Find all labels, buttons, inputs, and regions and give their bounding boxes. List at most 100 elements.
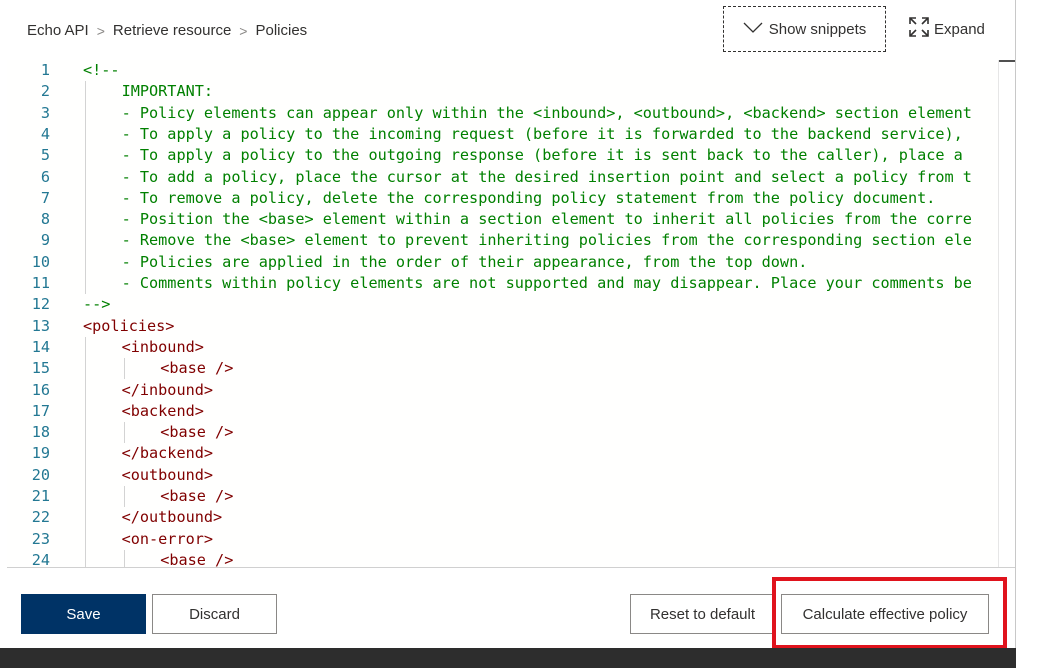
top-bar: Echo API > Retrieve resource > Policies …	[0, 0, 1016, 60]
code-editor[interactable]: 1 <!-- 2 IMPORTANT: 3 - Policy elements can a…	[7, 60, 1015, 568]
code-line: 20 <outbound>	[7, 465, 1015, 486]
breadcrumb-item-current: Policies	[255, 22, 308, 39]
code-line: 15 <base />	[7, 358, 1015, 379]
line-number: 17	[31, 401, 50, 420]
line-number: 4	[40, 124, 50, 143]
action-footer: Save Discard Reset to default Calculate …	[0, 568, 1016, 648]
bottom-strip	[0, 648, 1016, 668]
code-text: <backend>	[121, 401, 204, 420]
line-number: 13	[31, 316, 50, 335]
code-text: </outbound>	[121, 508, 223, 527]
line-number: 19	[31, 444, 50, 463]
code-text: <!--	[83, 61, 120, 79]
line-number: 1	[40, 61, 50, 79]
code-line: 22 </outbound>	[7, 507, 1015, 528]
line-number: 9	[40, 231, 50, 250]
expand-icon	[908, 16, 934, 42]
code-line: 12 -->	[7, 294, 1015, 315]
code-line: 9 - Remove the <base> element to prevent …	[7, 230, 1015, 251]
policy-editor-panel: Echo API > Retrieve resource > Policies …	[0, 0, 1016, 648]
indent-guide	[123, 486, 125, 508]
breadcrumb-item-operation[interactable]: Retrieve resource	[113, 22, 231, 39]
code-line: 7 - To remove a policy, delete the corres…	[7, 188, 1015, 209]
line-number: 15	[31, 359, 50, 378]
tag-close: />	[205, 423, 234, 442]
code-line: 5 - To apply a policy to the outgoing res…	[7, 145, 1015, 166]
code-text: </inbound>	[121, 380, 214, 399]
code-line: 1 <!--	[7, 60, 1015, 81]
code-text: - Comments within policy elements are no…	[121, 274, 972, 292]
line-number: 5	[40, 146, 50, 165]
reset-to-default-button[interactable]: Reset to default	[630, 594, 775, 634]
code-text: - To apply a policy to the outgoing resp…	[121, 146, 963, 165]
tag-close: />	[205, 359, 234, 378]
code-text: - Policies are applied in the order of t…	[121, 252, 808, 271]
line-number: 7	[40, 188, 50, 207]
line-number: 6	[40, 167, 50, 186]
line-number: 10	[31, 252, 50, 271]
code-line: 4 - To apply a policy to the incoming req…	[7, 124, 1015, 145]
indent-guide	[85, 81, 86, 295]
code-text: <outbound>	[121, 465, 214, 484]
code-line: 6 - To add a policy, place the cursor at …	[7, 167, 1015, 188]
tag-name: <base	[160, 487, 206, 505]
show-snippets-button[interactable]: Show snippets	[723, 6, 886, 52]
tag-name: <base	[160, 423, 206, 442]
code-line: 16 </inbound>	[7, 380, 1015, 401]
expand-button[interactable]: Expand	[908, 16, 985, 42]
code-line: 11 - Comments within policy elements are …	[7, 273, 1015, 294]
code-text: IMPORTANT:	[121, 82, 214, 101]
line-number: 20	[31, 465, 50, 484]
bottom-strip-edge	[1016, 648, 1051, 668]
calculate-effective-policy-button[interactable]: Calculate effective policy	[781, 594, 989, 634]
code-text: <base />	[160, 486, 1015, 507]
chevron-down-icon	[743, 21, 769, 38]
code-line: 2 IMPORTANT:	[7, 81, 1015, 102]
breadcrumb: Echo API > Retrieve resource > Policies	[27, 22, 307, 39]
indent-guide	[123, 422, 125, 444]
line-number: 14	[31, 337, 50, 356]
code-line: 17 <backend>	[7, 401, 1015, 422]
line-number: 2	[40, 82, 50, 101]
breadcrumb-separator: >	[239, 22, 248, 39]
tag-name: <base	[160, 550, 206, 568]
code-line: 10 - Policies are applied in the order of…	[7, 252, 1015, 273]
code-text: </backend>	[121, 444, 214, 463]
code-text: -->	[83, 295, 111, 314]
line-number: 21	[31, 487, 50, 505]
indent-guide	[85, 336, 86, 567]
line-number: 24	[31, 550, 50, 568]
line-number: 16	[31, 380, 50, 399]
line-number: 11	[31, 274, 50, 292]
line-number: 8	[40, 210, 50, 229]
code-text: <on-error>	[121, 529, 214, 548]
code-text: - Remove the <base> element to prevent i…	[121, 231, 972, 250]
line-number: 22	[31, 508, 50, 527]
code-line: 3 - Policy elements can appear only withi…	[7, 103, 1015, 124]
tag-name: <base	[160, 359, 206, 378]
code-text: - Policy elements can appear only within…	[121, 103, 972, 122]
code-line: 18 <base />	[7, 422, 1015, 443]
code-text: <base />	[160, 358, 1015, 379]
line-number: 18	[31, 423, 50, 442]
discard-button[interactable]: Discard	[152, 594, 277, 634]
save-button[interactable]: Save	[21, 594, 146, 634]
code-line: 21 <base />	[7, 486, 1015, 507]
code-text: - To apply a policy to the incoming requ…	[121, 124, 963, 143]
code-text: <inbound>	[121, 337, 204, 356]
expand-label: Expand	[934, 20, 985, 38]
code-line: 14 <inbound>	[7, 337, 1015, 358]
code-text: <policies>	[83, 316, 175, 335]
code-text: - Position the <base> element within a s…	[121, 210, 972, 229]
code-text: <base />	[160, 422, 1015, 443]
code-line: 24 <base />	[7, 550, 1015, 568]
code-line: 23 <on-error>	[7, 529, 1015, 550]
indent-guide	[123, 549, 125, 567]
line-number: 12	[31, 295, 50, 314]
breadcrumb-item-api[interactable]: Echo API	[27, 22, 89, 39]
tag-close: />	[205, 550, 234, 568]
tag-close: />	[205, 487, 234, 505]
indent-guide	[123, 358, 125, 380]
show-snippets-label: Show snippets	[768, 20, 867, 38]
code-line: 19 </backend>	[7, 443, 1015, 464]
